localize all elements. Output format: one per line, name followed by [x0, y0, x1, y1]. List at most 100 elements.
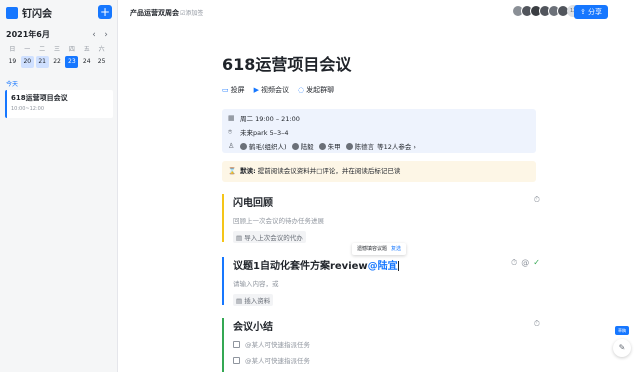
meeting-people-row: ♙ 鹤毛(组织人) 陆毅 朱甲 陈德言 等12人参会 › [228, 141, 416, 151]
weekday-label: 五 [83, 46, 90, 53]
todo-text[interactable]: @某人可快速指派任务 [245, 339, 310, 349]
calendar-icon: ▦ [228, 114, 235, 122]
tooltip-link[interactable]: 复选 [391, 246, 401, 252]
weekday-label: 三 [54, 46, 61, 53]
screen-icon: ▭ [222, 86, 229, 94]
page-title[interactable]: 618运营项目会议 [222, 51, 351, 75]
agenda-section-topic1: 议题1自动化套件方案review@陆宜 请输入内容，或 ▤ 插入资料 ⏱ @ ✓ [222, 257, 540, 306]
draft-badge: 草稿 [615, 326, 629, 335]
check-icon[interactable]: ✓ [533, 258, 540, 268]
group-chat-button[interactable]: ◌ 发起群聊 [298, 85, 334, 95]
chat-icon: ◌ [298, 86, 305, 94]
prev-month-icon[interactable]: ‹ [88, 30, 100, 40]
sidebar: 钉闪会 + 2021年6月 ‹ › 日 一 二 三 四 五 六 19 20 21… [0, 0, 118, 372]
person-name[interactable]: 鹤毛(组织人) [249, 141, 287, 151]
date-row: 19 20 21 22 23 24 25 [6, 56, 110, 68]
app-logo-icon [6, 6, 18, 19]
hover-tooltip: 遗憾填容议题 复选 [352, 243, 407, 255]
date-cell[interactable]: 24 [80, 56, 93, 68]
import-todos-button[interactable]: ▤ 导入上次会议的代办 [233, 231, 306, 243]
weekday-label: 日 [9, 46, 16, 53]
avatar [291, 142, 299, 150]
action-label: 视频会议 [261, 86, 290, 94]
action-bar: ▭ 投屏 ▶ 视频会议 ◌ 发起群聊 [222, 85, 343, 95]
section-tools: ⏱ @ ✓ [507, 258, 540, 268]
section-hint[interactable]: 请输入内容，或 [233, 278, 540, 288]
date-cell[interactable]: 21 [35, 56, 49, 68]
section-title[interactable]: 会议小结 [233, 318, 540, 333]
import-icon: ▤ [236, 234, 245, 242]
timer-icon[interactable]: ⏱ [511, 258, 517, 268]
next-month-icon[interactable]: › [100, 30, 112, 40]
import-todos-label: 导入上次会议的代办 [244, 234, 303, 242]
add-tag-button[interactable]: ☑添加签 [180, 8, 203, 17]
meeting-location: 未来park 5–3–4 [240, 129, 289, 137]
tip-text: 提前阅读会议资料并□评论，并在阅读后标记已读 [257, 167, 401, 175]
meeting-time: 周二 19:00 – 21:00 [240, 115, 300, 123]
agenda-section-summary: 会议小结 @某人可快速指派任务 @某人可快速指派任务 ⏱ [222, 318, 540, 372]
person-name[interactable]: 陆毅 [301, 141, 314, 151]
edit-icon: ✎ [618, 343, 626, 352]
screen-cast-button[interactable]: ▭ 投屏 [222, 85, 245, 95]
checkbox[interactable] [233, 356, 240, 364]
section-title[interactable]: 闪电回顾 [233, 194, 540, 209]
todo-text[interactable]: @某人可快速指派任务 [245, 355, 310, 365]
avatar [345, 142, 353, 150]
edit-fab-button[interactable]: ✎ [613, 339, 631, 357]
brand: 钉闪会 [6, 5, 52, 20]
weekday-label: 四 [68, 46, 75, 53]
weekday-label: 二 [39, 46, 46, 53]
people-icon: ♙ [228, 142, 235, 150]
add-meeting-button[interactable]: + [98, 5, 112, 19]
app-name: 钉闪会 [22, 9, 52, 20]
mention-icon[interactable]: @ [521, 258, 529, 268]
event-title: 618运营项目会议 [11, 94, 68, 102]
person-name[interactable]: 陈德言 [355, 141, 375, 151]
section-title[interactable]: 议题1自动化套件方案review@陆宜 [233, 257, 540, 272]
share-icon: ⇪ [579, 8, 589, 16]
attachment-icon: ▤ [236, 297, 245, 305]
event-time: 10:00~12:00 [11, 106, 45, 112]
tip-label: 默读: [240, 167, 256, 175]
hourglass-icon: ⌛ [228, 167, 237, 175]
insert-material-button[interactable]: ▤ 插入资料 [233, 294, 274, 306]
weekday-label: 一 [24, 46, 31, 53]
reading-tip: ⌛ 默读: 提前阅读会议资料并□评论，并在阅读后标记已读 [222, 161, 536, 182]
timer-icon[interactable]: ⏱ [534, 195, 540, 205]
meeting-location-row: ⌾ 未来park 5–3–4 [228, 127, 289, 138]
agenda-section-review: 闪电回顾 回顾上一次会议的待办任务进展 ▤ 导入上次会议的代办 ⏱ [222, 194, 540, 243]
share-button[interactable]: ⇪ 分享 [574, 5, 608, 19]
action-label: 投屏 [230, 86, 245, 94]
doc-breadcrumb[interactable]: 产品运营双周会 [130, 8, 179, 18]
text-caret [397, 261, 399, 271]
tooltip-text: 遗憾填容议题 [357, 246, 388, 252]
weekday-row: 日 一 二 三 四 五 六 [6, 44, 110, 53]
person-name[interactable]: 朱甲 [328, 141, 341, 151]
month-navigator: 2021年6月 ‹ › [6, 29, 112, 40]
checkbox[interactable] [233, 340, 240, 348]
date-cell[interactable]: 25 [95, 56, 108, 68]
avatar [240, 142, 247, 150]
event-card[interactable]: 618运营项目会议 10:00~12:00 [5, 90, 113, 118]
app-window: 钉闪会 + 2021年6月 ‹ › 日 一 二 三 四 五 六 19 20 21… [0, 0, 640, 372]
insert-material-label: 插入资料 [244, 297, 271, 305]
mention-tag[interactable]: @陆宜 [368, 261, 398, 272]
timer-icon[interactable]: ⏱ [534, 319, 540, 329]
location-pin-icon: ⌾ [228, 127, 233, 136]
video-icon: ▶ [253, 86, 260, 94]
meeting-time-row: ▦ 周二 19:00 – 21:00 [228, 113, 300, 123]
avatar [318, 142, 326, 150]
participant-avatars[interactable]: 123 [512, 5, 583, 17]
todo-item[interactable]: @某人可快速指派任务 [233, 355, 540, 365]
date-cell[interactable]: 19 [6, 56, 19, 68]
date-cell[interactable]: 20 [20, 56, 34, 68]
section-title-text: 议题1自动化套件方案review [233, 261, 368, 272]
action-label: 发起群聊 [306, 86, 335, 94]
date-cell[interactable]: 22 [51, 56, 64, 68]
participants-more-link[interactable]: 等12人参会 › [377, 141, 416, 151]
meeting-info-box: ▦ 周二 19:00 – 21:00 ⌾ 未来park 5–3–4 ♙ 鹤毛(组… [222, 109, 536, 153]
date-cell-today[interactable]: 23 [65, 56, 79, 68]
video-meeting-button[interactable]: ▶ 视频会议 [254, 85, 289, 95]
month-label: 2021年6月 [6, 30, 50, 39]
todo-item[interactable]: @某人可快速指派任务 [233, 339, 540, 349]
